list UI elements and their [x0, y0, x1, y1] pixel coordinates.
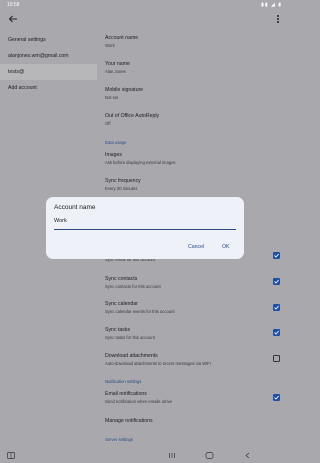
- check-icon: [274, 305, 279, 310]
- images-setting[interactable]: Images Ask before displaying external im…: [105, 152, 285, 165]
- setting-title: Email notifications: [105, 391, 147, 397]
- setting-title: Your name: [105, 61, 130, 67]
- setting-title: Manage notifications: [105, 418, 153, 424]
- cancel-button[interactable]: Cancel: [188, 244, 204, 250]
- setting-title: Sync contacts: [105, 276, 138, 282]
- more-vert-icon[interactable]: [275, 14, 281, 24]
- check-icon: [274, 279, 279, 284]
- setting-title: Download attachments: [105, 353, 158, 359]
- setting-value: Sync contacts for this account: [105, 284, 161, 289]
- setting-title: Out of Office AutoReply: [105, 113, 160, 119]
- manage-notifications-setting[interactable]: Manage notifications: [105, 418, 285, 424]
- setting-value: Send notification when emails arrive: [105, 399, 173, 404]
- email-notifications-setting[interactable]: Email notifications Send notification wh…: [105, 391, 285, 404]
- ok-button[interactable]: OK: [222, 244, 230, 250]
- download-attachments-checkbox[interactable]: [273, 355, 280, 362]
- status-bar: 10:58 ▮▮ ◢ ▮: [0, 0, 290, 10]
- setting-title: Images: [105, 152, 123, 158]
- check-icon: [274, 395, 279, 400]
- check-icon: [274, 253, 279, 258]
- email-notifications-checkbox[interactable]: [273, 394, 280, 401]
- screen: 10:58 ▮▮ ◢ ▮ General settings alanjones.…: [0, 0, 290, 463]
- section-header-server: Server settings: [105, 437, 133, 442]
- account-name-setting[interactable]: Account name Work: [105, 35, 285, 48]
- sidebar-item-tests-account[interactable]: tests@: [0, 64, 97, 80]
- sidebar-item-general-settings[interactable]: General settings: [0, 32, 97, 48]
- dialog-title: Account name: [54, 204, 96, 211]
- setting-title: Sync calendar: [105, 301, 138, 307]
- mobile-signature-setting[interactable]: Mobile signature Not set: [105, 87, 285, 100]
- sidebar-item-add-account[interactable]: Add account: [0, 80, 97, 96]
- sync-contacts-setting[interactable]: Sync contacts Sync contacts for this acc…: [105, 276, 285, 289]
- setting-value: Off: [105, 121, 111, 126]
- setting-title: Sync tasks: [105, 327, 131, 333]
- sync-email-checkbox[interactable]: [273, 252, 280, 259]
- out-of-office-setting[interactable]: Out of Office AutoReply Off: [105, 113, 285, 126]
- setting-value: Sync tasks for this account: [105, 335, 155, 340]
- account-name-dialog: Account name Work Cancel OK: [46, 197, 244, 259]
- your-name-setting[interactable]: Your name Alan Jones: [105, 61, 285, 74]
- download-attachments-setting[interactable]: Download attachments Auto-download attac…: [105, 353, 285, 366]
- back-nav-icon[interactable]: [244, 452, 251, 459]
- setting-value: Not set: [105, 95, 119, 100]
- section-header-data-usage: Data usage: [105, 140, 127, 145]
- setting-value: Work: [105, 43, 115, 48]
- back-arrow-icon[interactable]: [8, 14, 18, 24]
- status-time: 10:58: [7, 2, 20, 8]
- sync-frequency-setting[interactable]: Sync frequency Every 30 minutes: [105, 178, 285, 191]
- sync-tasks-setting[interactable]: Sync tasks Sync tasks for this account: [105, 327, 285, 340]
- setting-value: Every 30 minutes: [105, 186, 138, 191]
- home-icon[interactable]: [205, 452, 214, 459]
- navigation-bar: [0, 449, 290, 463]
- keyboard-icon[interactable]: [7, 452, 15, 459]
- sidebar: General settings alanjones.wm@gmail.com …: [0, 32, 97, 96]
- setting-title: Account name: [105, 35, 139, 41]
- setting-title: Sync frequency: [105, 178, 141, 184]
- check-icon: [274, 330, 279, 335]
- recent-apps-icon[interactable]: [168, 452, 176, 459]
- setting-value: Alan Jones: [105, 69, 126, 74]
- sync-calendar-checkbox[interactable]: [273, 304, 280, 311]
- status-icons: ▮▮ ◢ ▮: [261, 2, 282, 8]
- setting-value: Sync calendar events for this account: [105, 309, 175, 314]
- sync-calendar-setting[interactable]: Sync calendar Sync calendar events for t…: [105, 301, 285, 314]
- account-name-input[interactable]: Work: [54, 218, 236, 230]
- sync-tasks-checkbox[interactable]: [273, 329, 280, 336]
- sync-contacts-checkbox[interactable]: [273, 278, 280, 285]
- setting-title: Mobile signature: [105, 87, 144, 93]
- sidebar-item-gmail-account[interactable]: alanjones.wm@gmail.com: [0, 48, 97, 64]
- setting-value: Ask before displaying external images: [105, 160, 176, 165]
- section-header-notification: Notification settings: [105, 379, 142, 384]
- setting-value: Auto-download attachments to recent mess…: [105, 361, 211, 366]
